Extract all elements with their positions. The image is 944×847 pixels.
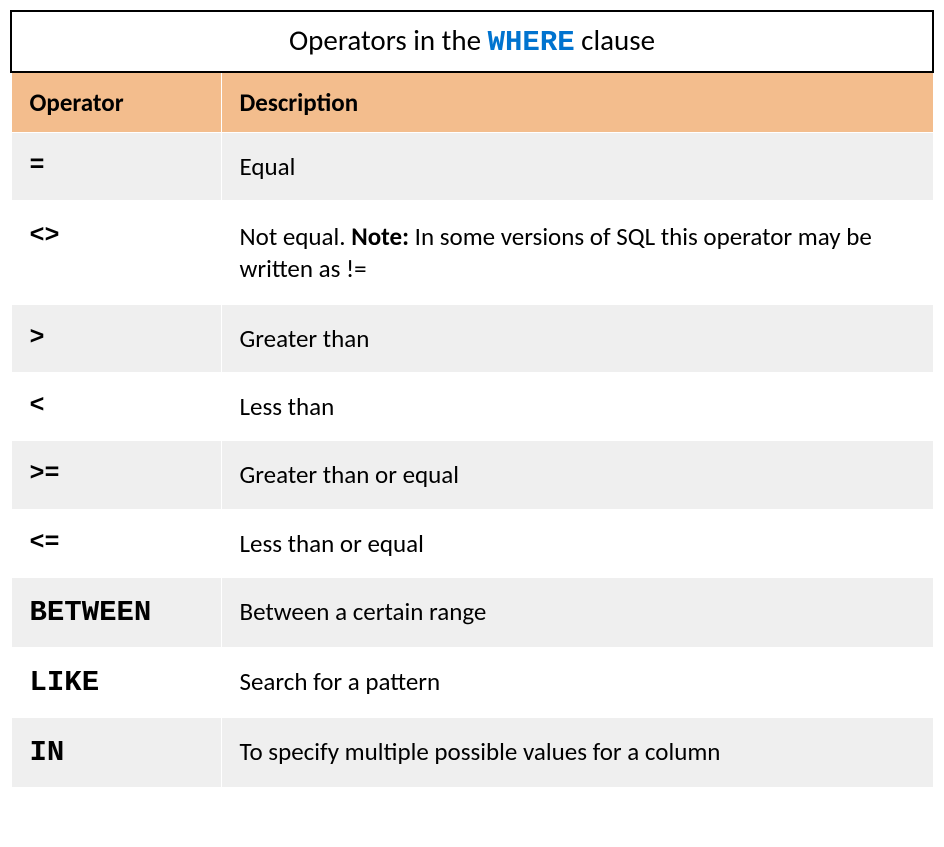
table-row: < Less than [11,373,933,441]
title-suffix: clause [575,22,655,58]
title-keyword: WHERE [488,26,575,59]
operator-cell: < [11,373,221,441]
description-cell: Less than [221,373,933,441]
operator-cell: <> [11,201,221,305]
operator-cell: > [11,304,221,372]
operator-cell: >= [11,441,221,509]
table-row: <> Not equal. Note: In some versions of … [11,201,933,305]
description-cell: To specify multiple possible values for … [221,717,933,787]
operator-cell: LIKE [11,647,221,717]
note-label: Note: [351,221,409,252]
desc-pre: Not equal. [240,221,352,252]
description-cell: Greater than [221,304,933,372]
operator-cell: = [11,133,221,201]
table-row: >= Greater than or equal [11,441,933,509]
description-cell: Not equal. Note: In some versions of SQL… [221,201,933,305]
title-row: Operators in the WHERE clause [11,11,933,72]
description-cell: Search for a pattern [221,647,933,717]
operator-cell: IN [11,717,221,787]
header-description: Description [221,72,933,133]
description-cell: Greater than or equal [221,441,933,509]
operators-table: Operators in the WHERE clause Operator D… [10,10,934,788]
table-title: Operators in the WHERE clause [11,11,933,72]
header-operator: Operator [11,72,221,133]
description-cell: Less than or equal [221,509,933,577]
description-cell: Between a certain range [221,577,933,647]
header-row: Operator Description [11,72,933,133]
table-row: = Equal [11,133,933,201]
title-prefix: Operators in the [289,22,488,58]
operator-cell: <= [11,509,221,577]
operator-cell: BETWEEN [11,577,221,647]
table-row: BETWEEN Between a certain range [11,577,933,647]
table-row: > Greater than [11,304,933,372]
table-row: <= Less than or equal [11,509,933,577]
description-cell: Equal [221,133,933,201]
table-row: IN To specify multiple possible values f… [11,717,933,787]
table-row: LIKE Search for a pattern [11,647,933,717]
